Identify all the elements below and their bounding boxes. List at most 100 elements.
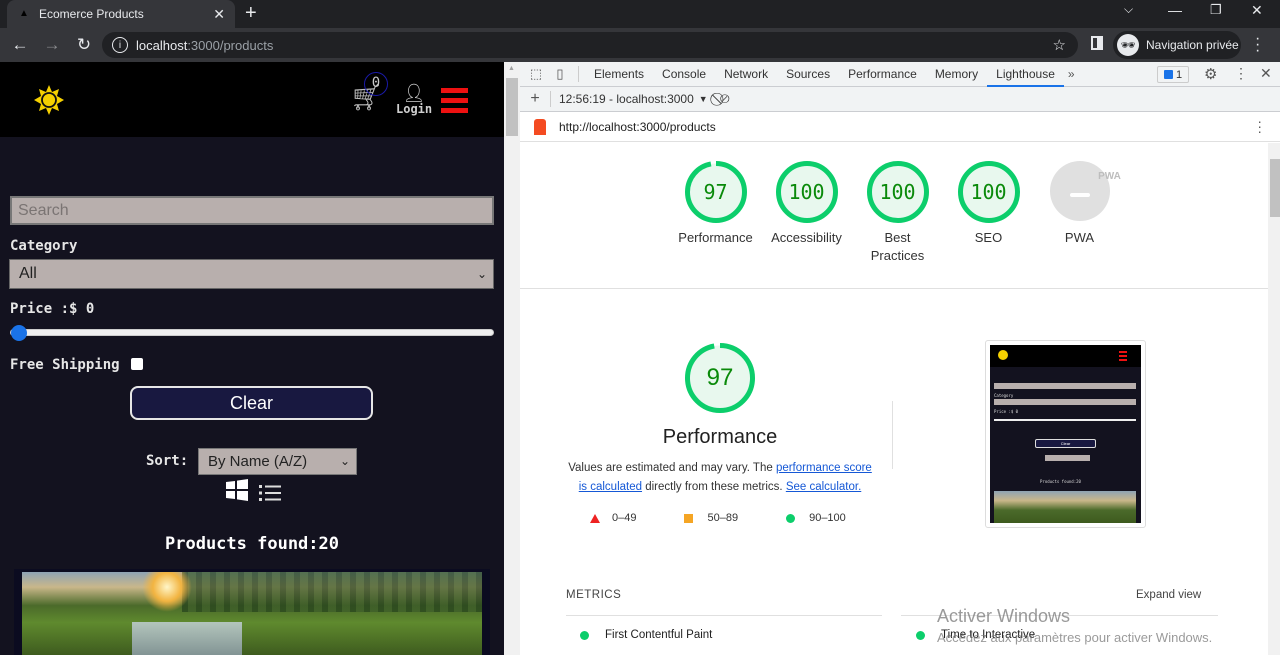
gauge-label: PWA (1064, 230, 1095, 245)
category-select[interactable]: All ⌄ (9, 259, 494, 289)
devtools-tab-performance[interactable]: Performance (839, 62, 926, 87)
lighthouse-logo-icon (534, 118, 546, 135)
browser-toolbar: ← → ↻ i localhost:3000/products ☆ 🕶 Navi… (0, 28, 1280, 62)
settings-gear-icon[interactable]: ⚙ (1204, 65, 1217, 83)
web-page: 🛒︎ 0 👤︎ Login Search Category All ⌄ Pric… (0, 62, 504, 655)
devtools-tab-elements[interactable]: Elements (585, 62, 653, 87)
gauge-ring: 100 (957, 161, 1020, 223)
thumb-category-select (994, 399, 1136, 405)
inspect-element-icon[interactable]: ⬚ (524, 66, 548, 82)
back-button[interactable]: ← (4, 35, 36, 55)
theme-toggle-sun-icon[interactable] (33, 84, 65, 116)
pwa-dash (1069, 193, 1090, 197)
browser-tab[interactable]: ▲ Ecomerce Products ✕ (7, 0, 235, 28)
login-button[interactable]: 👤︎ Login (396, 84, 432, 116)
search-input[interactable]: Search (10, 196, 494, 225)
thumb-category-label: Category (994, 393, 1014, 398)
devtools-tab-memory[interactable]: Memory (926, 62, 987, 87)
score-gauges: 97 Performance 100 Accessibility 100 Bes… (670, 161, 1125, 265)
issues-badge[interactable]: 1 (1157, 66, 1189, 83)
tab-close-icon[interactable]: ✕ (213, 6, 225, 23)
site-info-icon[interactable]: i (112, 37, 128, 53)
legend-average: 50–89 (684, 512, 738, 524)
issues-icon (1163, 70, 1173, 79)
devtools-menu-icon[interactable]: ⋮ (1234, 65, 1248, 82)
report-scrollbar[interactable] (1268, 143, 1280, 655)
devtools-tab-console[interactable]: Console (653, 62, 715, 87)
expand-view-toggle[interactable]: Expand view (1136, 589, 1201, 601)
address-bar[interactable]: i localhost:3000/products ☆ (102, 32, 1078, 58)
products-found-count: Products found:20 (165, 534, 339, 554)
incognito-profile-button[interactable]: 🕶 Navigation privée (1113, 31, 1241, 59)
url-host: localhost (136, 37, 188, 53)
reload-button[interactable]: ↻ (68, 35, 100, 55)
report-url-bar: http://localhost:3000/products · · · (520, 112, 1280, 142)
gauge-label: Accessibility (771, 230, 842, 245)
report-url[interactable]: http://localhost:3000/products (559, 120, 716, 134)
category-value: All (19, 265, 37, 282)
desc-text: Values are estimated and may vary. The (568, 462, 776, 474)
price-slider-handle[interactable] (11, 325, 27, 341)
grid-view-icon[interactable] (225, 478, 249, 502)
clear-filters-button[interactable]: Clear (130, 386, 373, 420)
incognito-icon: 🕶 (1117, 34, 1139, 56)
thumb-burger-icon (1119, 351, 1127, 363)
price-slider[interactable] (10, 325, 494, 341)
big-gauge-value: 97 (706, 364, 734, 391)
gauge-best-practices[interactable]: 100 Best Practices (852, 161, 943, 265)
price-label: Price :$ 0 (10, 301, 95, 317)
performance-description: Values are estimated and may vary. The p… (565, 459, 875, 497)
scrollbar-thumb[interactable] (1270, 159, 1280, 217)
devtools-tab-sources[interactable]: Sources (777, 62, 839, 87)
hamburger-menu-icon[interactable] (441, 88, 468, 118)
product-image[interactable] (14, 569, 490, 655)
legend-pass: 90–100 (786, 512, 846, 524)
tab-favicon-icon: ▲ (19, 8, 29, 19)
list-view-icon[interactable] (259, 484, 281, 502)
minimize-button[interactable]: — (1168, 2, 1182, 18)
chrome-menu-icon[interactable]: · · · (1255, 31, 1261, 59)
tab-search-icon[interactable]: ⌵ (1124, 2, 1133, 17)
new-report-plus-icon[interactable]: + (520, 90, 550, 108)
see-calculator-link[interactable]: See calculator. (786, 481, 861, 493)
sort-select[interactable]: By Name (A/Z) ⌄ (198, 448, 357, 475)
restore-button[interactable]: ❐ (1210, 2, 1222, 18)
free-shipping-checkbox[interactable] (131, 358, 143, 370)
bookmark-star-icon[interactable]: ☆ (1053, 36, 1066, 54)
gauge-pwa[interactable]: PWA PWA (1034, 161, 1125, 265)
metric-first-contentful-paint: First Contentful Paint (580, 629, 712, 641)
scroll-up-icon[interactable]: ▲ (508, 65, 515, 72)
pass-circle-icon (916, 630, 925, 640)
side-panel-icon[interactable] (1091, 36, 1103, 50)
tab-title: Ecomerce Products (39, 7, 144, 21)
metric-label: First Contentful Paint (605, 629, 713, 641)
metrics-header: METRICS (566, 589, 622, 601)
gauge-performance[interactable]: 97 Performance (670, 161, 761, 265)
clear-reports-icon[interactable]: ⃠⊘ (720, 91, 730, 107)
thumb-clear-button: Clear (1035, 439, 1096, 448)
report-menu-icon[interactable]: · · · (1257, 114, 1262, 138)
more-tabs-icon[interactable]: » (1064, 67, 1079, 81)
forward-button[interactable]: → (36, 35, 68, 55)
final-screenshot-thumbnail[interactable]: Category Price :$ 0 Clear Products found… (985, 340, 1146, 528)
device-toolbar-icon[interactable]: ▯ (548, 66, 572, 82)
scrollbar-thumb[interactable] (506, 78, 518, 136)
score-legend: 0–49 50–89 90–100 (590, 512, 894, 524)
report-selector[interactable]: 12:56:19 - localhost:3000 (559, 92, 694, 106)
gauge-label: Best Practices (870, 230, 925, 263)
devtools-tab-network[interactable]: Network (715, 62, 777, 87)
profile-label: Navigation privée (1146, 38, 1239, 52)
devtools-tab-lighthouse[interactable]: Lighthouse (987, 62, 1064, 87)
page-scrollbar[interactable]: ▲ (504, 62, 520, 655)
gauge-seo[interactable]: 100 SEO (943, 161, 1034, 265)
metric-time-to-interactive: Time to Interactive (916, 629, 1035, 641)
sort-label: Sort: (146, 453, 189, 469)
thumb-sort-select (1045, 455, 1090, 461)
window-close-button[interactable]: ✕ (1251, 2, 1263, 19)
devtools-close-icon[interactable]: ✕ (1260, 65, 1272, 82)
dropdown-caret-icon[interactable]: ▼ (699, 94, 708, 104)
new-tab-button[interactable]: + (245, 2, 257, 25)
gauge-accessibility[interactable]: 100 Accessibility (761, 161, 852, 265)
legend-range: 50–89 (707, 512, 739, 524)
lighthouse-report: 97 Performance 100 Accessibility 100 Bes… (520, 143, 1268, 655)
